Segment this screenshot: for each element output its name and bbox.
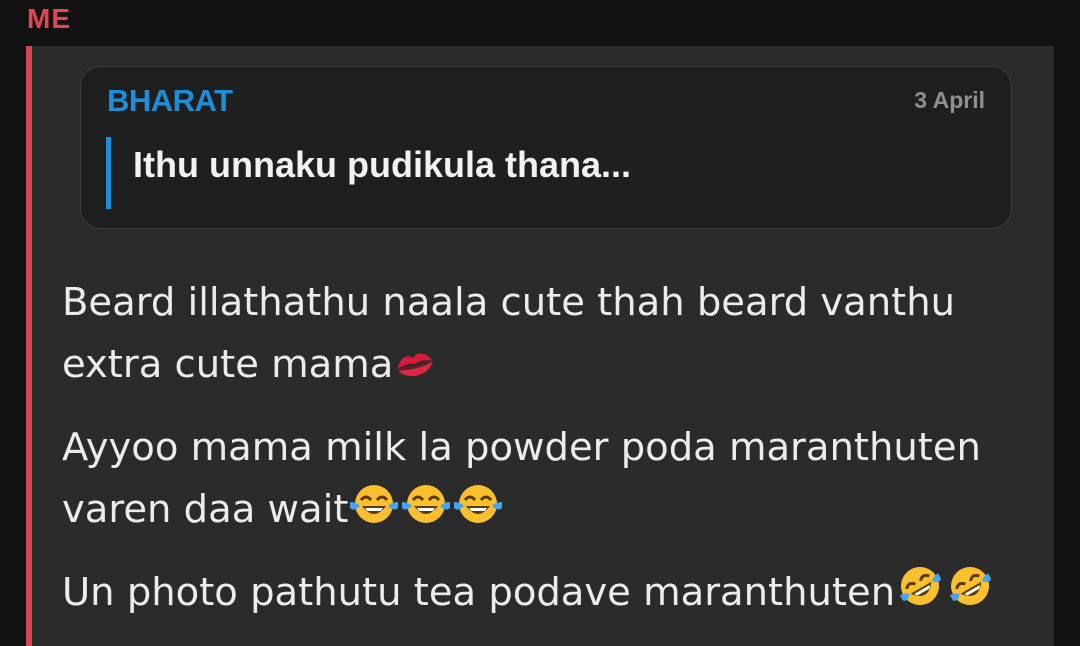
tears-of-joy-icon	[348, 482, 400, 545]
reply-quote[interactable]: BHARAT 3 April Ithu unnaku pudikula than…	[80, 66, 1012, 229]
message-accent-bar	[26, 46, 32, 646]
message-paragraph: Ayyoo mama milk la powder poda maranthut…	[62, 417, 1052, 545]
rofl-icon	[945, 563, 995, 628]
reply-date: 3 April	[914, 87, 985, 113]
tears-of-joy-icon	[452, 482, 504, 545]
kiss-mark-icon	[393, 338, 437, 400]
reply-quote-bar	[106, 137, 111, 209]
reply-sender-name: BHARAT	[107, 83, 233, 118]
message-paragraph: Un photo pathutu tea podave maranthuten	[62, 562, 1052, 628]
message-line: extra cute mama	[62, 342, 394, 387]
message-body: Beard illathathu naala cute thah beard v…	[62, 272, 1052, 645]
tears-of-joy-icon	[400, 482, 452, 545]
message-bubble[interactable]: BHARAT 3 April Ithu unnaku pudikula than…	[26, 46, 1054, 646]
reply-text: Ithu unnaku pudikula thana...	[133, 144, 632, 185]
message-line: Un photo pathutu tea podave maranthuten	[62, 570, 896, 615]
message-paragraph: Beard illathathu naala cute thah beard v…	[62, 272, 1052, 400]
message-line: Beard illathathu naala cute thah beard v…	[62, 280, 956, 325]
message-line: Ayyoo mama milk la powder poda maranthut…	[62, 425, 981, 470]
rofl-icon	[895, 563, 945, 628]
sender-label: ME	[27, 3, 71, 34]
message-line: varen daa wait	[62, 487, 349, 532]
